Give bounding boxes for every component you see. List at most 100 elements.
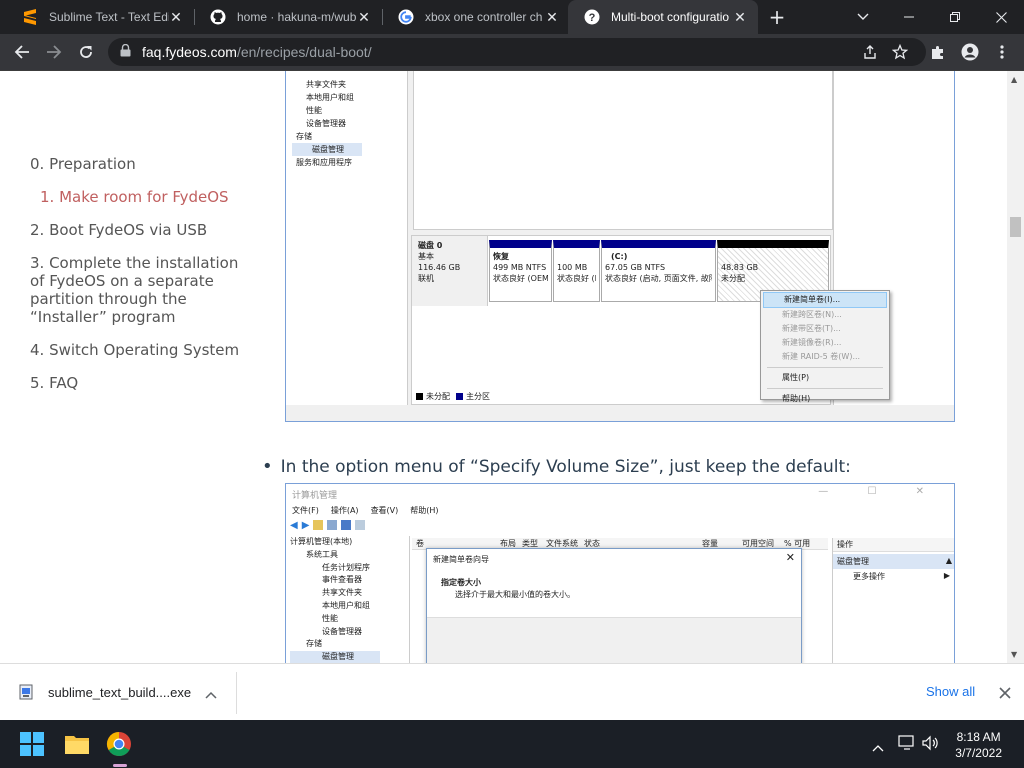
- menu-item-properties[interactable]: 属性(P): [761, 371, 889, 385]
- page-scrollbar[interactable]: ▲ ▼: [1007, 71, 1024, 663]
- chevron-up-icon[interactable]: [205, 684, 217, 703]
- menu-item-new-mirrored-volume[interactable]: 新建镜像卷(R)...: [761, 336, 889, 350]
- toc-item[interactable]: 2. Boot FydeOS via USB: [30, 221, 240, 239]
- tab-sublime[interactable]: Sublime Text - Text Editi ✕: [6, 0, 194, 34]
- partition-c[interactable]: (C:) 67.05 GB NTFS 状态良好 (启动, 页面文件, 故障: [601, 240, 716, 302]
- partition-size: 67.05 GB NTFS: [605, 263, 666, 272]
- tree-item-selected[interactable]: 磁盘管理: [290, 651, 380, 663]
- minimize-button[interactable]: [886, 0, 932, 34]
- wizard-body: [427, 617, 801, 663]
- fydeos-icon: ?: [584, 9, 600, 25]
- list-icon[interactable]: [355, 520, 366, 530]
- disk-size: 116.46 GB: [418, 263, 461, 272]
- file-explorer-icon[interactable]: [64, 733, 90, 759]
- volume-icon[interactable]: [922, 735, 940, 755]
- col-volume[interactable]: 卷: [416, 538, 424, 549]
- tree-item[interactable]: 设备管理器: [290, 626, 409, 639]
- scroll-up-arrow-icon[interactable]: ▲: [1011, 75, 1017, 84]
- chevron-up-icon[interactable]: [872, 737, 884, 756]
- menu-file[interactable]: 文件(F): [292, 505, 319, 516]
- toc-item[interactable]: 0. Preparation: [30, 155, 240, 173]
- triangle-up-icon[interactable]: ▲: [946, 556, 952, 565]
- share-icon[interactable]: [862, 44, 878, 63]
- clock[interactable]: 8:18 AM 3/7/2022: [955, 729, 1002, 761]
- menu-action[interactable]: 操作(A): [331, 505, 359, 516]
- chevron-down-icon: [857, 13, 869, 20]
- kebab-menu-icon: [1000, 45, 1004, 59]
- url-host: faq.fydeos.com: [142, 44, 237, 60]
- tree-pane: 共享文件夹 本地用户和组 性能 设备管理器 存储 磁盘管理 服务和应用程序: [286, 71, 408, 405]
- tree-item[interactable]: 本地用户和组: [290, 600, 409, 613]
- window-title: 计算机管理: [292, 491, 338, 501]
- tree-item[interactable]: 任务计划程序: [290, 562, 409, 575]
- bullet-text: In the option menu of “Specify Volume Si…: [280, 457, 851, 477]
- close-icon[interactable]: ✕: [168, 9, 184, 25]
- tab-title: Multi-boot configuratio: [611, 10, 730, 24]
- reload-button[interactable]: [72, 38, 100, 66]
- scrollbar-thumb[interactable]: [1010, 217, 1021, 237]
- folder-icon[interactable]: [313, 520, 324, 530]
- menu-item-new-simple-volume[interactable]: 新建简单卷(I)...: [763, 292, 887, 308]
- tab-multiboot[interactable]: ? Multi-boot configuratio ✕: [568, 0, 758, 34]
- restore-button[interactable]: [932, 0, 978, 34]
- grid-icon[interactable]: [327, 520, 338, 530]
- tree-item[interactable]: 存储: [290, 638, 409, 651]
- wizard-close-icon[interactable]: ✕: [786, 551, 795, 564]
- tab-search-button[interactable]: [840, 0, 886, 34]
- tab-github[interactable]: home · hakuna-m/wub ✕: [194, 0, 382, 34]
- close-window-button[interactable]: [978, 0, 1024, 34]
- back-icon[interactable]: ◀: [290, 520, 298, 531]
- tree-item[interactable]: 事件查看器: [290, 574, 409, 587]
- menu-item-help[interactable]: 帮助(H): [761, 392, 889, 406]
- profile-button[interactable]: [956, 38, 984, 66]
- help-icon[interactable]: [341, 520, 352, 530]
- download-filename[interactable]: sublime_text_build....exe: [48, 685, 191, 700]
- menu-view[interactable]: 查看(V): [371, 505, 399, 516]
- actions-more[interactable]: 更多操作 ▶: [833, 569, 954, 584]
- menu-help[interactable]: 帮助(H): [410, 505, 438, 516]
- tab-title: home · hakuna-m/wub: [237, 10, 357, 24]
- partition-name: 恢复: [493, 252, 509, 261]
- menu-item-new-striped-volume[interactable]: 新建带区卷(T)...: [761, 322, 889, 336]
- close-icon[interactable]: ✕: [732, 9, 748, 25]
- tab-google[interactable]: xbox one controller ch ✕: [382, 0, 570, 34]
- tab-title: Sublime Text - Text Editi: [49, 10, 169, 24]
- toc-item-active[interactable]: 1. Make room for FydeOS: [30, 188, 240, 206]
- bookmark-star-icon[interactable]: [891, 43, 909, 63]
- tree-item[interactable]: 系统工具: [290, 549, 409, 562]
- scroll-down-arrow-icon[interactable]: ▼: [1011, 650, 1017, 659]
- tab-strip: Sublime Text - Text Editi ✕ home · hakun…: [0, 0, 1024, 34]
- toc-item[interactable]: 3. Complete the installation of FydeOS o…: [30, 254, 240, 326]
- actions-more-label: 更多操作: [853, 572, 885, 581]
- close-icon[interactable]: ✕: [356, 9, 372, 25]
- toc-item[interactable]: 4. Switch Operating System: [30, 341, 240, 359]
- network-icon[interactable]: [898, 735, 916, 755]
- tree-item[interactable]: 性能: [290, 613, 409, 626]
- close-downloads-icon[interactable]: [999, 684, 1011, 703]
- menu-button[interactable]: [988, 38, 1016, 66]
- partition-efi[interactable]: 100 MB 状态良好 (I: [553, 240, 600, 302]
- show-all-button[interactable]: Show all: [926, 684, 975, 699]
- back-button[interactable]: [8, 38, 36, 66]
- close-icon[interactable]: ✕: [544, 9, 560, 25]
- new-tab-button[interactable]: +: [763, 3, 791, 31]
- installer-file-icon: [18, 684, 34, 704]
- extensions-button[interactable]: [924, 38, 952, 66]
- legend-label: 主分区: [466, 392, 490, 401]
- partition-name: (C:): [611, 252, 628, 261]
- forward-button[interactable]: [40, 38, 68, 66]
- forward-icon[interactable]: ▶: [302, 520, 310, 531]
- partition-size: 100 MB: [557, 263, 588, 272]
- menu-item-new-spanned-volume[interactable]: 新建跨区卷(N)...: [761, 308, 889, 322]
- chrome-icon[interactable]: [106, 731, 132, 761]
- table-of-contents: 0. Preparation 1. Make room for FydeOS 2…: [30, 155, 240, 407]
- partition-recovery[interactable]: 恢复 499 MB NTFS 状态良好 (OEM: [489, 240, 552, 302]
- menu-bar: 文件(F) 操作(A) 查看(V) 帮助(H): [292, 505, 439, 516]
- address-bar[interactable]: faq.fydeos.com/en/recipes/dual-boot/: [108, 38, 926, 66]
- menu-item-new-raid5-volume[interactable]: 新建 RAID-5 卷(W)...: [761, 350, 889, 364]
- windows-start-icon[interactable]: [20, 732, 44, 760]
- toc-item[interactable]: 5. FAQ: [30, 374, 240, 392]
- tree-item[interactable]: 共享文件夹: [290, 587, 409, 600]
- tree-item-root[interactable]: 计算机管理(本地): [290, 536, 409, 549]
- bullet-dot: •: [262, 456, 273, 477]
